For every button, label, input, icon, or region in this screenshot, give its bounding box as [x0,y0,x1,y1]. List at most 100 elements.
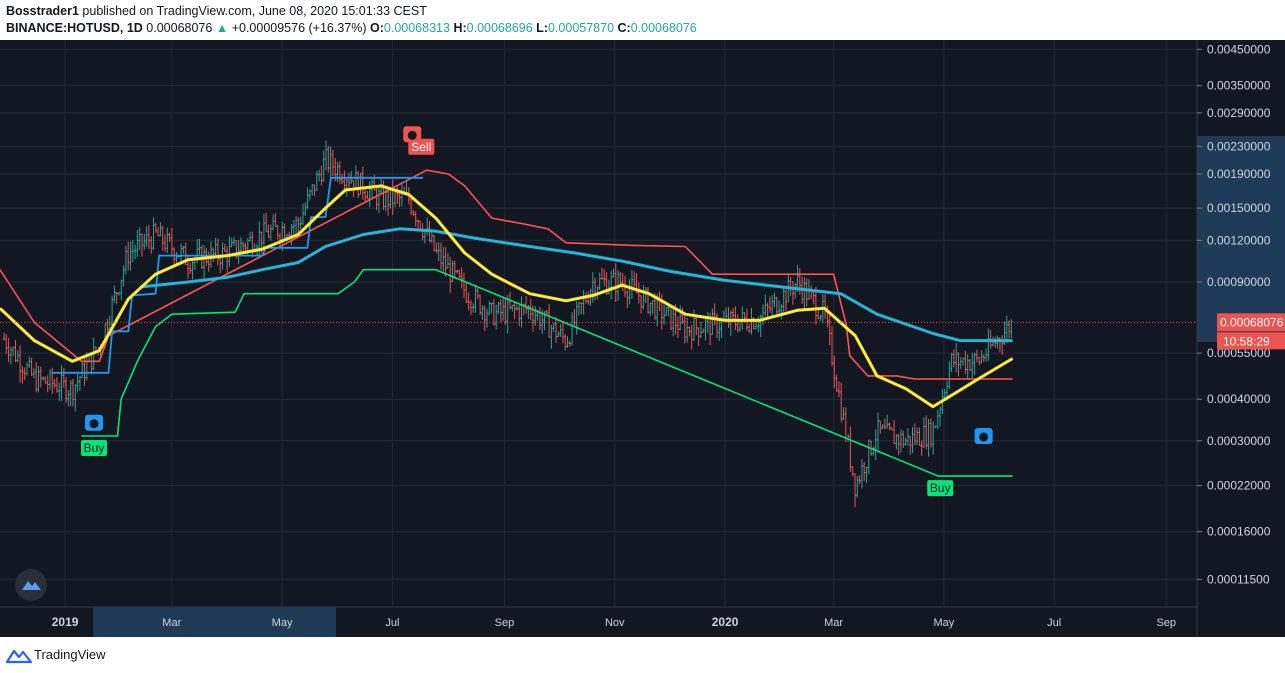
price-bar [18,345,22,383]
price-bar [805,278,808,307]
price-bar [81,361,84,378]
price-bar [37,366,40,393]
price-bar [9,346,13,365]
price-bar [225,246,229,273]
price-bar [265,212,268,233]
author-name[interactable]: Bosstrader1 [6,4,79,18]
price-bar [938,406,942,427]
price-bar [662,304,666,325]
price-tick-label: 0.00150000 [1207,201,1271,215]
time-tick-label: 2019 [52,615,79,629]
tradingview-brand[interactable]: TradingView [34,647,106,662]
price-bar [317,169,321,182]
price-bar [777,300,781,314]
price-bar [649,302,652,317]
price-bar [133,244,137,260]
price-tick-label: 0.00011500 [1207,572,1270,586]
price-bar [462,272,466,299]
price-bar [30,357,33,377]
price-bar [888,422,891,430]
price-bar [789,276,792,296]
price-bar [856,475,859,498]
price-bar [44,376,47,384]
price-bar [28,356,31,369]
price-bar [580,302,583,315]
price-bar [152,217,155,250]
price-bar [794,283,797,300]
price-bar [830,326,834,367]
close-value: 0.00068076 [630,21,697,35]
price-bar [936,410,939,430]
price-bar [412,210,415,217]
time-tick-label: Mar [824,617,843,629]
price-bar [913,423,916,446]
price-bar [929,418,933,448]
price-bar [918,427,921,446]
price-bar [60,365,63,402]
price-bar [393,190,397,208]
price-bar [460,267,463,289]
price-bar [757,316,760,333]
signal-icon [974,428,993,445]
price-bar [837,381,841,397]
price-bar [442,246,445,272]
tradingview-logo-icon[interactable] [6,646,32,664]
price-bar [637,282,640,304]
price-bar [439,242,443,270]
price-bar [676,316,680,339]
last-price: 0.00068076 [146,21,213,35]
price-bar [262,213,266,252]
price-bar [69,379,72,406]
price-bar [679,305,682,331]
price-bar [968,358,972,372]
price-bar [294,216,298,235]
price-bar [113,285,116,303]
price-bar [780,304,783,320]
price-bar [842,407,845,421]
last-price-marker: 0.00068076 10:58:29 [0,313,1285,350]
grid [0,40,1197,607]
price-bar [400,183,404,207]
price-bar [423,230,427,244]
price-bar [853,473,857,508]
price-bar [513,301,516,320]
time-tick-label: Sep [1156,617,1176,629]
price-bar [879,420,882,434]
price-tick-label: 0.00040000 [1207,392,1271,406]
price-bar [883,418,887,430]
price-bar [21,365,24,384]
price-bar [665,306,668,316]
price-bar [524,295,528,314]
price-bar [453,260,456,279]
price-bar [987,328,990,361]
price-bar [476,286,479,300]
price-bar [840,382,843,423]
price-bar [865,466,868,484]
price-bar [290,223,293,246]
time-tick-label: 2020 [712,615,739,629]
price-bar [651,300,654,314]
price-bar [729,310,732,337]
price-bar [258,221,261,258]
time-tick-label: Jul [1047,617,1061,629]
price-bar [386,188,390,216]
price-bar [823,293,827,319]
price-tick-label: 0.00450000 [1207,42,1271,56]
line-ma_fast [0,184,1014,409]
price-bar [274,213,277,227]
price-bar [695,316,698,336]
price-bar [129,241,132,271]
price-bar [748,323,751,333]
price-bar [327,146,330,173]
price-bar [773,292,776,308]
price-tick-label: 0.00030000 [1207,434,1271,448]
price-bar [511,304,514,312]
publish-info: published on TradingView.com, June 08, 2… [78,4,427,18]
price-bar [458,269,461,279]
price-bar [437,242,440,262]
price-bar [12,346,15,356]
price-bar [570,311,574,346]
price-chart[interactable]: BuySellBuy 0.004500000.003500000.0029000… [0,40,1285,637]
chart-area[interactable]: Buy Sell Buy 0.00450000 0.00350000 0.0029000… [0,40,1285,637]
price-bar [734,306,737,331]
